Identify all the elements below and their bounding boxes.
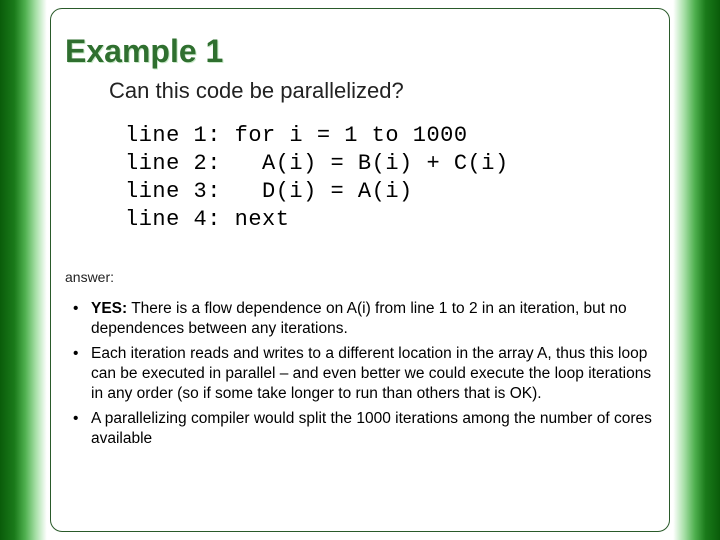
bullet-1-lead: YES: (91, 300, 127, 317)
code-line-4: line 4: next (125, 207, 289, 232)
list-item: Each iteration reads and writes to a dif… (65, 344, 655, 405)
answer-bullets: YES: There is a flow dependence on A(i) … (65, 299, 655, 450)
code-line-3: line 3: D(i) = A(i) (125, 179, 413, 204)
bullet-2: Each iteration reads and writes to a dif… (91, 345, 651, 403)
slide-question: Can this code be parallelized? (109, 78, 655, 104)
code-line-1: line 1: for i = 1 to 1000 (125, 123, 468, 148)
list-item: A parallelizing compiler would split the… (65, 409, 655, 450)
slide-body: Example 1 Can this code be parallelized?… (50, 8, 670, 532)
code-block: line 1: for i = 1 to 1000 line 2: A(i) =… (125, 122, 655, 235)
list-item: YES: There is a flow dependence on A(i) … (65, 299, 655, 340)
slide-title: Example 1 (65, 33, 655, 70)
code-line-2: line 2: A(i) = B(i) + C(i) (125, 151, 509, 176)
bullet-1-rest: There is a flow dependence on A(i) from … (91, 300, 627, 337)
bullet-3: A parallelizing compiler would split the… (91, 410, 652, 447)
answer-label: answer: (65, 269, 655, 285)
